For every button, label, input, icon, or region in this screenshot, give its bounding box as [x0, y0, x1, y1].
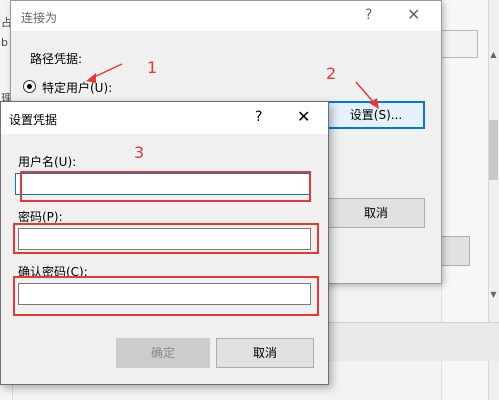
annotation-number: 3 [134, 143, 145, 162]
annotation-arrowhead-1 [86, 73, 96, 83]
annotation-arrows [86, 63, 379, 109]
annotation-number: 2 [326, 64, 337, 83]
annotation-arrow-1 [91, 63, 123, 79]
annotation-number: 1 [147, 58, 158, 77]
annotation-arrow-2 [355, 81, 376, 105]
